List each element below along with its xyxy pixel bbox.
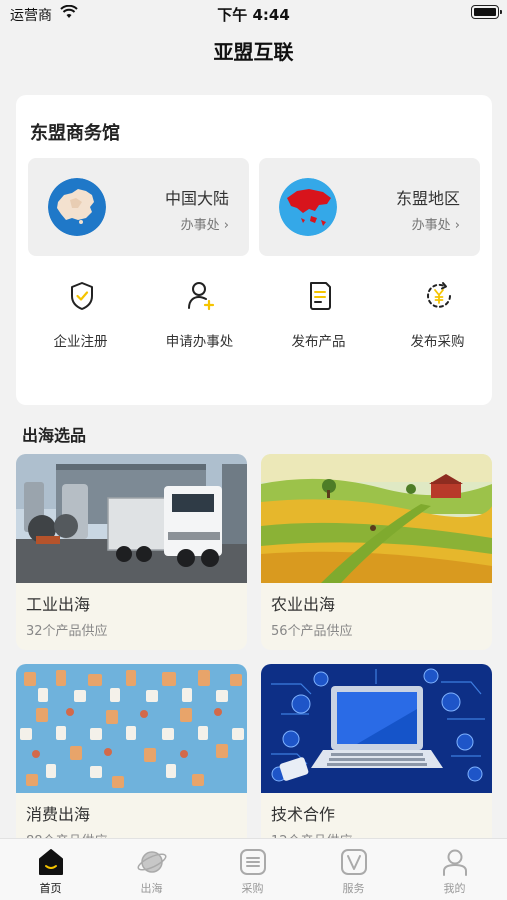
action-label: 企业注册 — [53, 334, 108, 350]
tile-count: 32个产品供应 — [26, 624, 108, 639]
region-office-link[interactable]: 办事处 › — [412, 214, 460, 233]
action-label: 发布产品 — [291, 334, 346, 350]
page-title: 亚盟互联 — [213, 40, 294, 64]
shield-check-icon — [71, 282, 93, 310]
hall-title: 东盟商务馆 — [30, 123, 120, 144]
status-time: 下午 4:44 — [217, 6, 290, 24]
tile-technology[interactable]: 技术合作 12个产品供应 — [261, 664, 492, 860]
action-publish-product[interactable]: 发布产品 — [259, 280, 378, 360]
tab-mine[interactable]: 我的 — [404, 839, 505, 900]
planet-icon — [137, 851, 167, 873]
agriculture-field-image — [261, 454, 492, 583]
user-add-icon — [188, 282, 215, 311]
consumer-goods-image — [16, 664, 247, 793]
yuan-refresh-icon — [427, 282, 451, 308]
tile-name: 工业出海 — [26, 595, 91, 614]
action-label: 申请办事处 — [165, 334, 234, 350]
tab-label: 服务 — [342, 882, 365, 895]
action-publish-purchase[interactable]: 发布采购 — [378, 280, 497, 360]
tile-name: 消费出海 — [26, 805, 91, 824]
home-icon — [39, 849, 63, 875]
region-name: 中国大陆 — [164, 189, 229, 208]
tile-consumer[interactable]: 消费出海 88个产品供应 — [16, 664, 247, 860]
user-icon — [443, 849, 467, 876]
tab-label: 我的 — [443, 882, 466, 895]
tab-purchase[interactable]: 采购 — [202, 839, 303, 900]
v-badge-icon — [341, 849, 367, 875]
tab-label: 首页 — [39, 882, 62, 895]
technology-laptop-image — [261, 664, 492, 793]
document-edit-icon — [310, 282, 331, 310]
tile-name: 技术合作 — [271, 805, 336, 824]
bottom-tab-bar: 首页 出海 采购 服务 我的 — [0, 838, 507, 900]
asean-business-hall-card: 东盟商务馆 中国大陆 办事处 › 东盟地区 办事处 › 企业注册 申请办事处 发… — [16, 95, 492, 405]
tab-overseas[interactable]: 出海 — [101, 839, 202, 900]
battery-icon — [471, 5, 502, 19]
selection-section-title: 出海选品 — [22, 426, 87, 445]
industry-truck-image — [16, 454, 247, 583]
region-office-link[interactable]: 办事处 › — [181, 214, 229, 233]
tab-home[interactable]: 首页 — [0, 839, 101, 900]
tile-count: 56个产品供应 — [271, 624, 353, 639]
china-map-globe-icon — [48, 178, 106, 236]
tile-name: 农业出海 — [271, 595, 336, 614]
tab-service[interactable]: 服务 — [303, 839, 404, 900]
tile-industry[interactable]: 工业出海 32个产品供应 — [16, 454, 247, 650]
region-card-asean[interactable]: 东盟地区 办事处 › — [259, 158, 480, 256]
region-name: 东盟地区 — [395, 189, 460, 208]
list-icon — [240, 849, 266, 875]
tab-label: 采购 — [241, 882, 264, 895]
asia-map-globe-icon — [279, 178, 337, 236]
action-apply-office[interactable]: 申请办事处 — [140, 280, 259, 360]
tile-agriculture[interactable]: 农业出海 56个产品供应 — [261, 454, 492, 650]
status-bar: 运营商 下午 4:44 — [0, 0, 507, 28]
region-card-china[interactable]: 中国大陆 办事处 › — [28, 158, 249, 256]
action-company-register[interactable]: 企业注册 — [21, 280, 140, 360]
action-label: 发布采购 — [410, 334, 465, 350]
tab-label: 出海 — [140, 882, 163, 895]
